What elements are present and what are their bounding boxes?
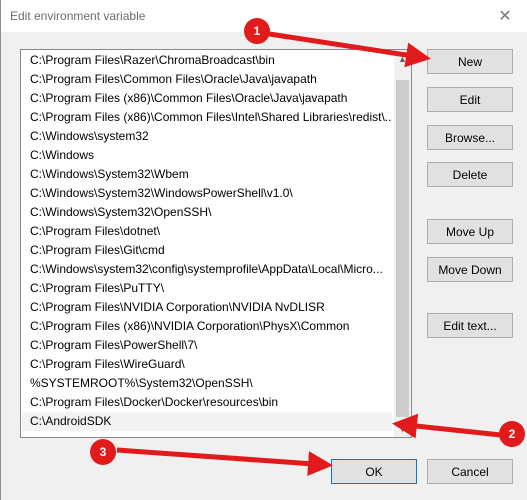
arrow-3 <box>116 447 333 477</box>
arrow-1 <box>262 30 431 68</box>
callout-2: 2 <box>499 421 525 447</box>
annotation-arrows <box>116 30 502 477</box>
arrow-2 <box>392 413 502 439</box>
callout-1: 1 <box>244 18 270 44</box>
callout-3: 3 <box>90 439 116 465</box>
edit-env-var-dialog: Edit environment variable ✕ C:\Program F… <box>0 0 527 500</box>
